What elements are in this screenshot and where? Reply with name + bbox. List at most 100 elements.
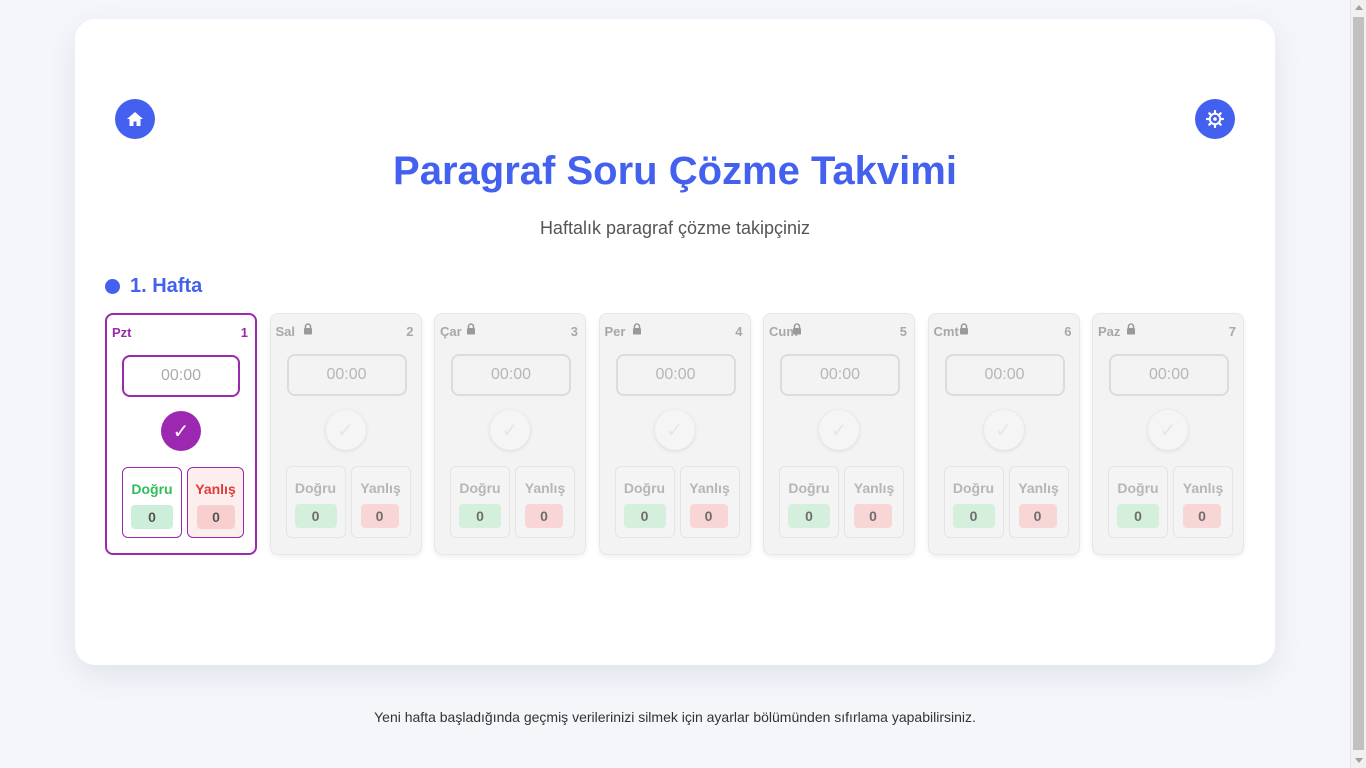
- wrong-value: 0: [1018, 504, 1057, 528]
- correct-label: Doğru: [131, 481, 173, 497]
- wrong-counter[interactable]: Yanlış 0: [187, 467, 244, 538]
- correct-label: Doğru: [952, 480, 995, 496]
- page-subtitle: Haftalık paragraf çözme takipçiniz: [539, 218, 811, 238]
- wrong-value: 0: [360, 504, 399, 528]
- complete-check-button[interactable]: ✓: [983, 410, 1024, 450]
- wrong-value: 0: [689, 504, 728, 528]
- day-card: Çar 3 00:00 ✓ Doğru 0 Yanlış 0: [434, 313, 586, 555]
- wrong-value: 0: [197, 505, 235, 529]
- time-input[interactable]: 00:00: [615, 354, 736, 396]
- day-card: Per 4 00:00 ✓ Doğru 0 Yanlış 0: [598, 313, 751, 555]
- correct-counter[interactable]: Doğru 0: [779, 466, 839, 538]
- day-name: Cmt: [933, 324, 959, 339]
- lock-icon: [303, 323, 312, 335]
- wrong-counter[interactable]: Yanlış 0: [679, 466, 740, 538]
- scrollbar-thumb[interactable]: [1353, 17, 1364, 750]
- week-dot-icon: [105, 279, 120, 294]
- wrong-label: Yanlış: [360, 480, 401, 496]
- correct-counter[interactable]: Doğru 0: [1108, 466, 1168, 538]
- day-number: 3: [570, 324, 578, 339]
- correct-value: 0: [459, 504, 501, 528]
- time-input[interactable]: 00:00: [1109, 354, 1229, 396]
- day-number: 2: [406, 324, 414, 339]
- settings-button[interactable]: [1195, 99, 1235, 139]
- day-card: Paz 7 00:00 ✓ Doğru 0 Yanlış 0: [1092, 313, 1244, 555]
- wrong-counter[interactable]: Yanlış 0: [844, 466, 904, 538]
- scroll-down-icon[interactable]: [1355, 758, 1363, 763]
- home-icon: [127, 112, 143, 126]
- complete-check-button[interactable]: ✓: [325, 410, 366, 450]
- day-card: Cum 5 00:00 ✓ Doğru 0 Yanlış 0: [763, 313, 915, 555]
- checkmark-icon: ✓: [337, 419, 354, 442]
- correct-value: 0: [623, 504, 666, 528]
- checkmark-icon: ✓: [1159, 419, 1177, 442]
- day-number: 7: [1228, 324, 1236, 339]
- day-name: Per: [604, 324, 626, 339]
- correct-label: Doğru: [294, 480, 337, 496]
- wrong-label: Yanlış: [689, 480, 730, 496]
- day-name: Pzt: [112, 325, 132, 340]
- checkmark-icon: ✓: [830, 419, 848, 442]
- correct-counter[interactable]: Doğru 0: [943, 466, 1004, 538]
- day-card[interactable]: Pzt 1 00:00 ✓ Doğru 0 Yanlış 0: [105, 313, 257, 555]
- checkmark-icon: ✓: [666, 419, 683, 442]
- home-button[interactable]: [115, 99, 155, 139]
- wrong-counter[interactable]: Yanlış 0: [350, 466, 411, 538]
- day-name: Çar: [440, 324, 462, 339]
- correct-counter[interactable]: Doğru 0: [122, 467, 182, 538]
- vertical-scrollbar[interactable]: [1350, 0, 1366, 768]
- wrong-label: Yanlış: [1182, 480, 1224, 496]
- lock-icon: [467, 323, 475, 335]
- time-input[interactable]: 00:00: [780, 354, 900, 396]
- correct-value: 0: [952, 504, 995, 528]
- days-row: Pzt 1 00:00 ✓ Doğru 0 Yanlış 0 Sal 2 00:00 ✓ Doğru 0 Y…: [105, 313, 1245, 555]
- complete-check-button[interactable]: ✓: [161, 411, 201, 451]
- time-input[interactable]: 00:00: [451, 354, 571, 396]
- time-input[interactable]: 00:00: [122, 355, 240, 397]
- day-name: Sal: [275, 324, 296, 339]
- complete-check-button[interactable]: ✓: [819, 410, 859, 450]
- day-card: Sal 2 00:00 ✓ Doğru 0 Yanlış 0: [269, 313, 422, 555]
- correct-label: Doğru: [623, 480, 666, 496]
- correct-label: Doğru: [1117, 480, 1159, 496]
- footer-note: Yeni hafta başladığında geçmiş verilerin…: [374, 709, 976, 725]
- gear-icon: [1206, 110, 1224, 128]
- correct-value: 0: [294, 504, 337, 528]
- wrong-label: Yanlış: [1018, 480, 1059, 496]
- day-number: 4: [735, 324, 743, 339]
- correct-value: 0: [788, 504, 830, 528]
- page-title: Paragraf Soru Çözme Takvimi: [393, 149, 957, 193]
- correct-counter[interactable]: Doğru 0: [614, 466, 675, 538]
- wrong-value: 0: [1183, 504, 1221, 528]
- time-input[interactable]: 00:00: [286, 354, 407, 396]
- correct-label: Doğru: [788, 480, 830, 496]
- wrong-value: 0: [525, 504, 563, 528]
- day-name: Paz: [1098, 324, 1121, 339]
- week-title: 1. Hafta: [130, 275, 203, 297]
- lock-icon: [959, 323, 968, 335]
- scroll-up-icon[interactable]: [1355, 5, 1363, 10]
- complete-check-button[interactable]: ✓: [654, 410, 695, 450]
- wrong-counter[interactable]: Yanlış 0: [1173, 466, 1233, 538]
- checkmark-icon: ✓: [501, 419, 519, 442]
- week-header: 1. Hafta: [105, 275, 202, 298]
- lock-icon: [1127, 323, 1135, 335]
- complete-check-button[interactable]: ✓: [1148, 410, 1188, 450]
- wrong-label: Yanlış: [853, 480, 895, 496]
- time-input[interactable]: 00:00: [944, 354, 1065, 396]
- day-number: 5: [899, 324, 907, 339]
- correct-value: 0: [1117, 504, 1159, 528]
- wrong-value: 0: [854, 504, 892, 528]
- lock-icon: [632, 323, 641, 335]
- correct-value: 0: [131, 505, 173, 529]
- wrong-label: Yanlış: [195, 481, 236, 497]
- day-number: 6: [1064, 324, 1072, 339]
- wrong-counter[interactable]: Yanlış 0: [1008, 466, 1069, 538]
- complete-check-button[interactable]: ✓: [490, 410, 530, 450]
- day-card: Cmt 6 00:00 ✓ Doğru 0 Yanlış 0: [927, 313, 1080, 555]
- correct-counter[interactable]: Doğru 0: [450, 466, 510, 538]
- wrong-counter[interactable]: Yanlış 0: [515, 466, 575, 538]
- correct-counter[interactable]: Doğru 0: [285, 466, 346, 538]
- day-number: 1: [240, 325, 248, 340]
- wrong-label: Yanlış: [524, 480, 566, 496]
